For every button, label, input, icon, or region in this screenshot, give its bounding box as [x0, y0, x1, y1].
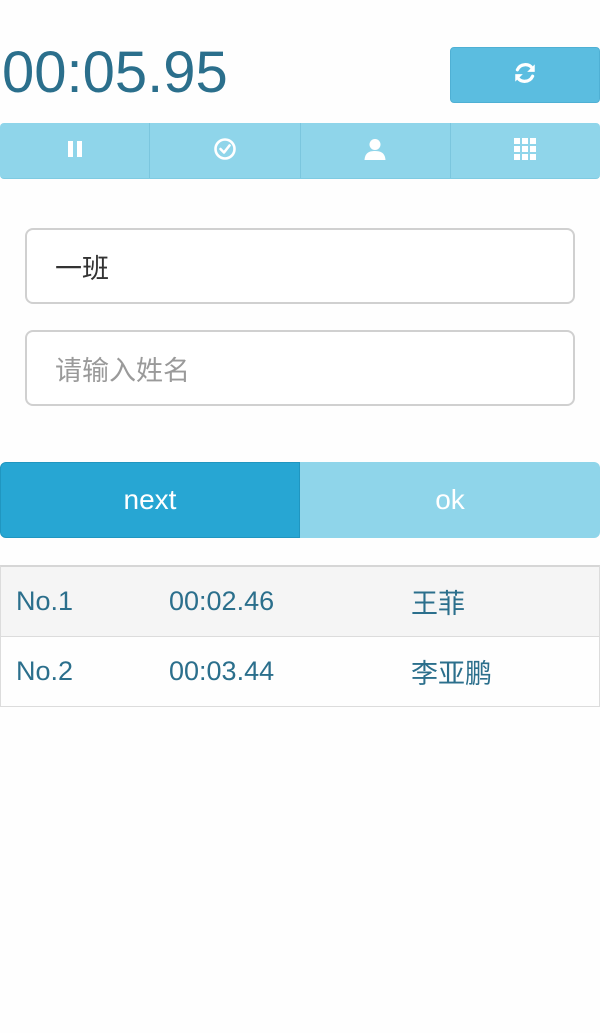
ok-button[interactable]: ok: [300, 462, 600, 538]
check-button[interactable]: [150, 123, 301, 178]
record-name: 李亚鹏: [411, 659, 492, 690]
grid-button[interactable]: [451, 123, 600, 178]
user-icon: [363, 137, 387, 165]
record-name: 王菲: [411, 589, 465, 620]
pause-icon: [67, 140, 83, 162]
name-input-placeholder: 请输入姓名: [55, 355, 190, 387]
refresh-icon: [512, 60, 538, 90]
record-number: No.1: [16, 586, 74, 616]
class-field-value: 一班: [55, 253, 109, 285]
class-field[interactable]: 一班: [25, 228, 575, 304]
timer-display: 00:05.95: [2, 40, 228, 105]
grid-icon: [514, 137, 537, 164]
reset-button[interactable]: [450, 47, 600, 103]
records-table: No.1 00:02.46 王菲 No.2 00:03.44 李亚鹏: [0, 565, 600, 707]
table-row: No.2 00:03.44 李亚鹏: [1, 636, 599, 706]
record-time: 00:02.46: [169, 586, 275, 616]
action-buttons: next ok: [0, 462, 600, 538]
user-button[interactable]: [301, 123, 451, 178]
check-circle-icon: [213, 137, 237, 165]
record-time: 00:03.44: [169, 656, 275, 686]
toolbar: [0, 123, 600, 179]
table-row: No.1 00:02.46 王菲: [1, 567, 599, 636]
name-input[interactable]: 请输入姓名: [25, 330, 575, 406]
pause-button[interactable]: [0, 123, 151, 178]
record-number: No.2: [16, 656, 74, 686]
next-button[interactable]: next: [0, 462, 300, 538]
